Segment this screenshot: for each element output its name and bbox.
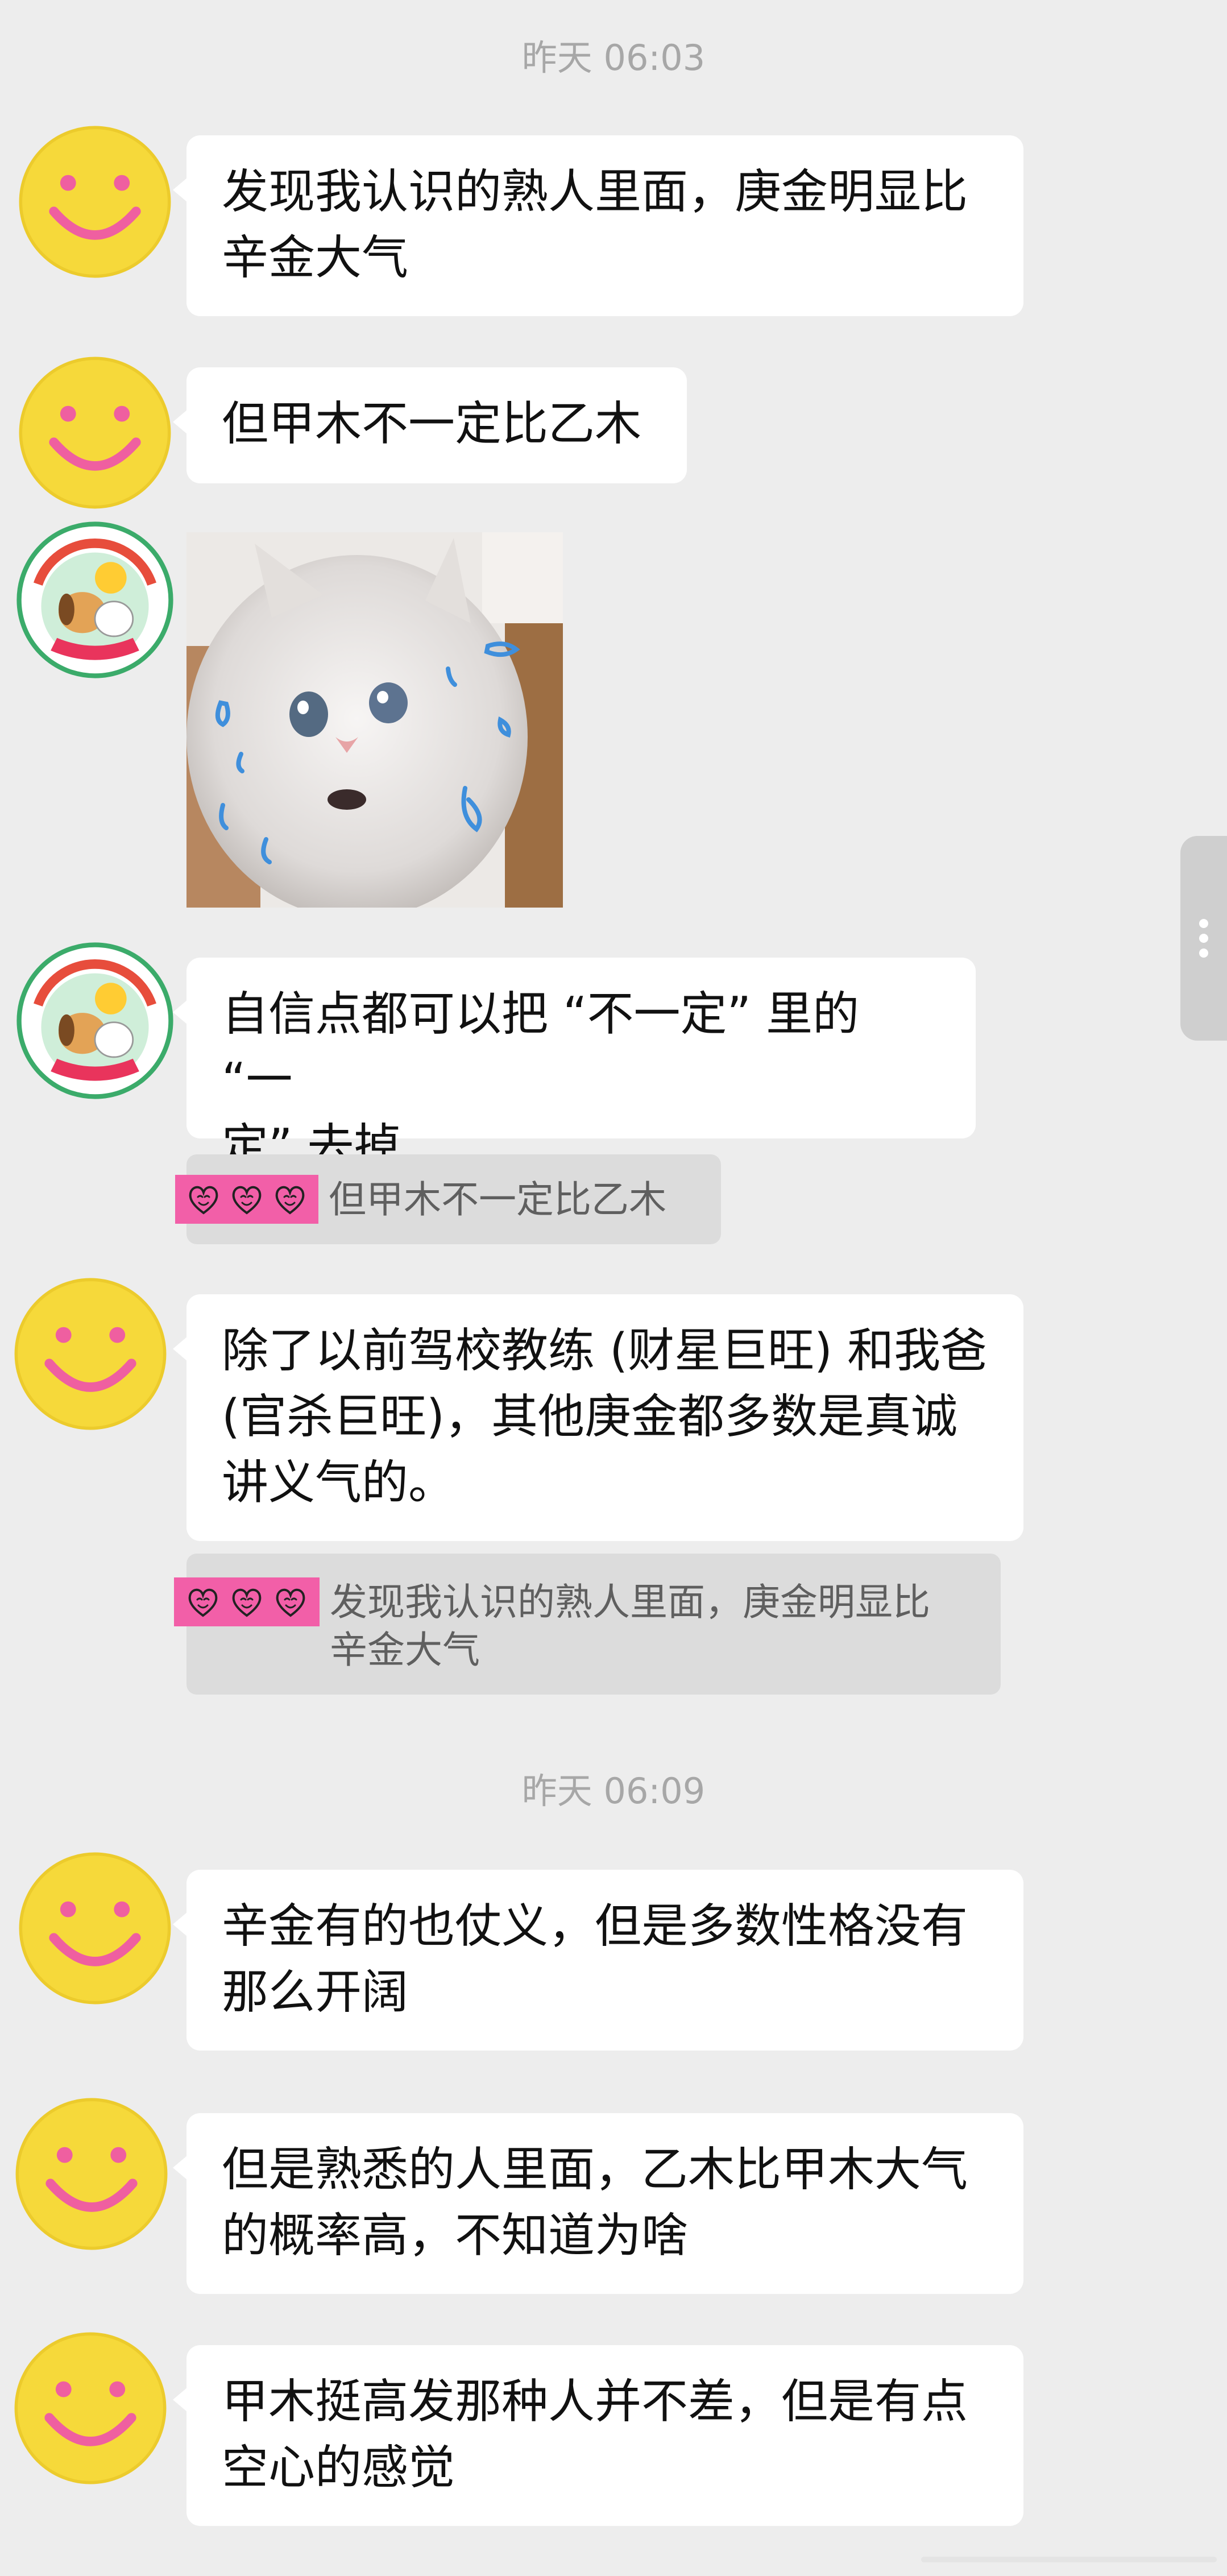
timestamp: 昨天 06:03 (521, 37, 706, 78)
handle-dot (1199, 934, 1208, 943)
hearts-sticker (174, 1577, 320, 1626)
crying-cat-sticker[interactable] (186, 532, 563, 908)
timestamp: 昨天 06:09 (521, 1770, 706, 1812)
peace-love-avatar[interactable] (16, 521, 174, 679)
message-bubble[interactable]: 发现我认识的熟人里面，庚金明显比 辛金大气 (173, 135, 1023, 316)
smiley-avatar[interactable] (13, 2095, 171, 2253)
smiley-avatar[interactable] (16, 354, 174, 512)
smiley-avatar[interactable] (11, 1275, 169, 1433)
message-bubble[interactable]: 辛金有的也仗义，但是多数性格没有 那么开阔 (173, 1870, 1023, 2051)
quoted-message[interactable]: 但甲木不一定比乙木 (175, 1154, 721, 1244)
heart-icon (272, 1181, 308, 1217)
heart-icon (272, 1584, 309, 1620)
quoted-text: 但甲木不一定比乙木 (329, 1178, 666, 1221)
smiley-avatar[interactable] (11, 2329, 169, 2487)
heart-icon (185, 1584, 221, 1620)
message-bubble[interactable]: 甲木挺高发那种人并不差，但是有点 空心的感觉 (173, 2345, 1023, 2526)
quoted-message[interactable]: 发现我认识的熟人里面，庚金明显比 辛金大气 (174, 1554, 1001, 1695)
heart-icon (229, 1181, 265, 1217)
message-bubble[interactable]: 但甲木不一定比乙木 (173, 367, 687, 483)
peace-love-avatar[interactable] (16, 942, 174, 1100)
scroll-indicator (921, 2557, 1217, 2562)
heart-icon (229, 1584, 265, 1620)
handle-dot (1199, 949, 1208, 958)
message-bubble[interactable]: 但是熟悉的人里面，乙木比甲木大气 的概率高，不知道为啥 (173, 2113, 1023, 2294)
message-bubble[interactable]: 自信点都可以把 “不一定” 里的 “一 定” 去掉 (173, 958, 976, 1173)
smiley-avatar[interactable] (16, 1849, 174, 2007)
quoted-text: 发现我认识的熟人里面，庚金明显比 辛金大气 (330, 1580, 930, 1672)
message-bubble[interactable]: 除了以前驾校教练 (财星巨旺) 和我爸 (官杀巨旺)，其他庚金都多数是真诚 讲义… (173, 1294, 1023, 1541)
handle-dot (1199, 919, 1208, 928)
side-drawer-handle[interactable] (1180, 836, 1227, 1041)
hearts-sticker (175, 1175, 318, 1224)
smiley-avatar[interactable] (16, 123, 174, 281)
heart-icon (185, 1181, 222, 1217)
